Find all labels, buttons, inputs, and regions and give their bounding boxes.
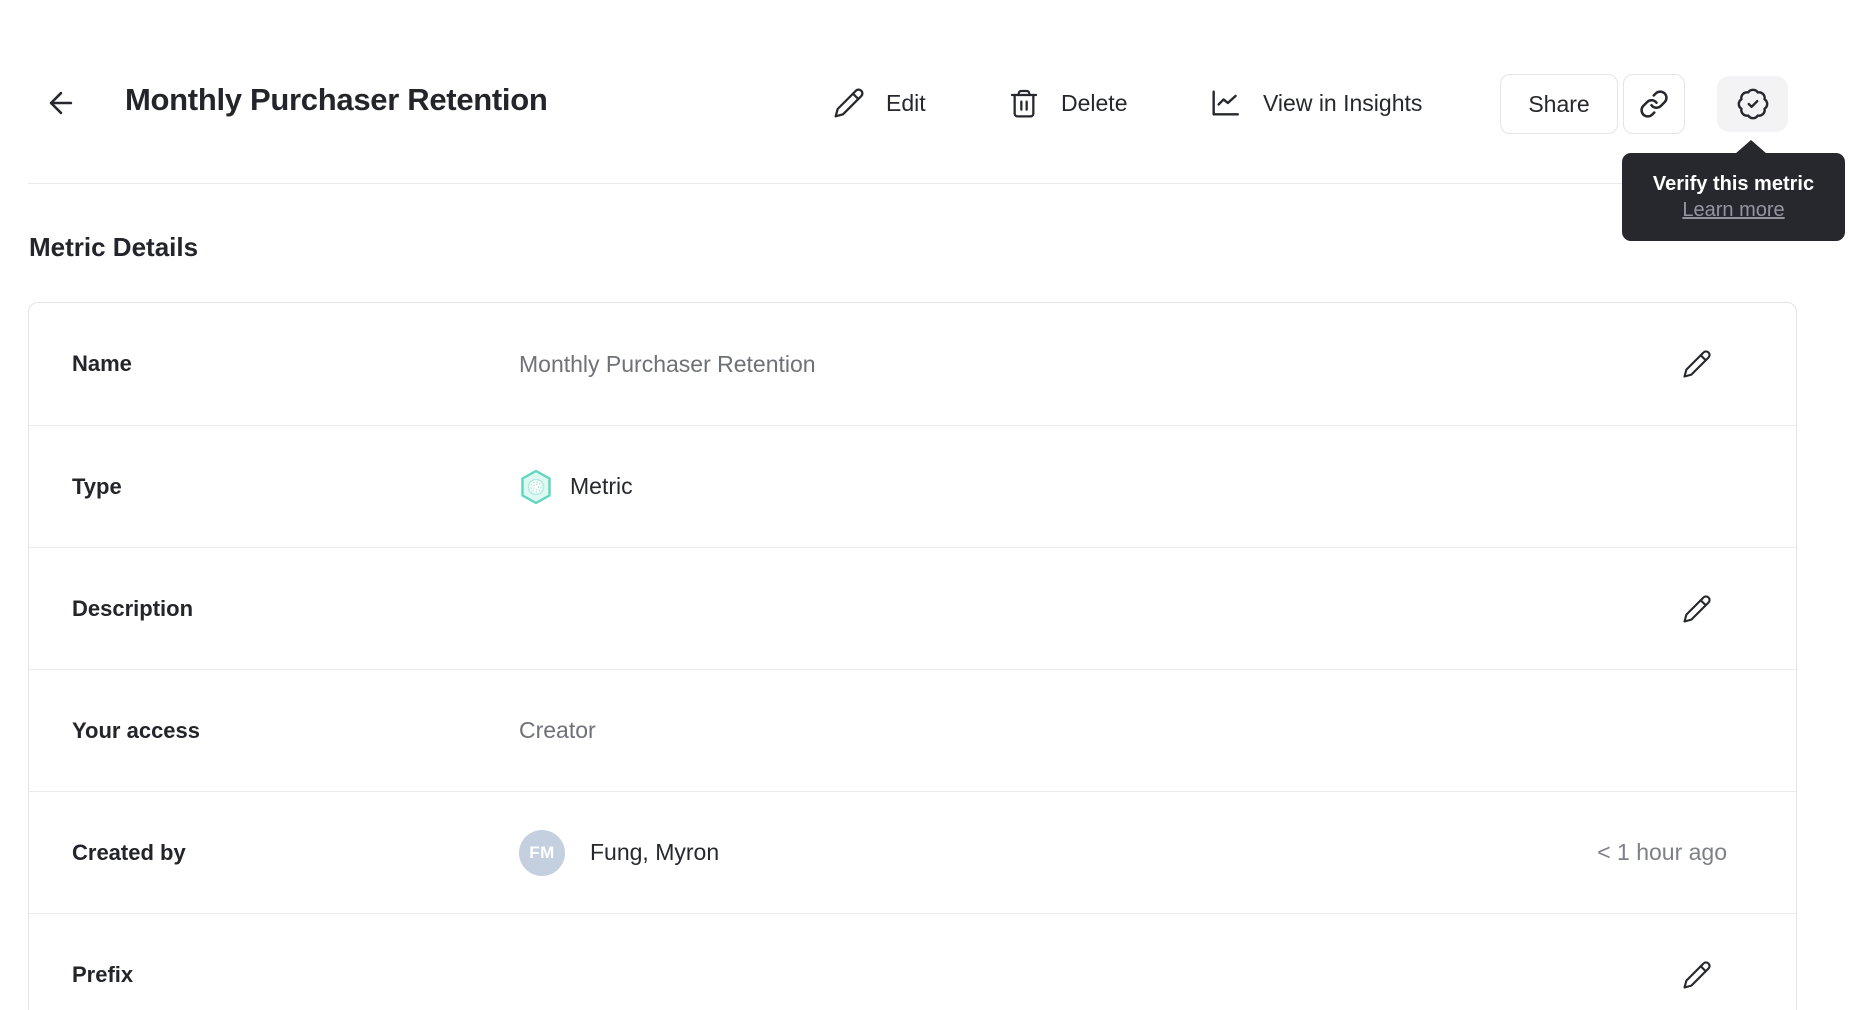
created-by-label: Created by xyxy=(72,839,186,865)
verify-metric-button[interactable] xyxy=(1717,76,1788,132)
edit-name-button[interactable] xyxy=(1682,349,1712,379)
type-label: Type xyxy=(72,473,122,499)
trash-icon xyxy=(1008,87,1040,119)
your-access-value: Creator xyxy=(519,717,596,743)
delete-label: Delete xyxy=(1061,89,1128,116)
section-heading: Metric Details xyxy=(29,232,199,262)
edit-button[interactable]: Edit xyxy=(833,80,926,126)
line-chart-icon xyxy=(1208,86,1242,120)
edit-prefix-button[interactable] xyxy=(1682,960,1712,990)
verify-tooltip-title: Verify this metric xyxy=(1652,172,1815,195)
metric-details-page: Monthly Purchaser Retention Edit Delete … xyxy=(0,0,1850,1010)
copy-link-button[interactable] xyxy=(1623,74,1685,134)
detail-row-created-by: Created by FM Fung, Myron < 1 hour ago xyxy=(29,791,1796,913)
name-label: Name xyxy=(72,351,132,376)
back-button[interactable] xyxy=(40,82,82,124)
link-icon xyxy=(1639,89,1669,119)
prefix-label: Prefix xyxy=(72,961,134,987)
avatar: FM xyxy=(519,829,565,876)
metric-hexagon-icon xyxy=(519,469,553,505)
pencil-icon xyxy=(1682,594,1712,624)
edit-description-button[interactable] xyxy=(1682,594,1712,624)
detail-row-type: Type Metric xyxy=(29,425,1796,547)
learn-more-link[interactable]: Learn more xyxy=(1682,199,1784,222)
your-access-label: Your access xyxy=(72,717,201,743)
pencil-icon xyxy=(833,87,865,119)
detail-row-name: Name Monthly Purchaser Retention xyxy=(29,303,1796,425)
pencil-icon xyxy=(1682,349,1712,379)
type-value: Metric xyxy=(570,473,633,499)
edit-label: Edit xyxy=(886,89,926,116)
description-label: Description xyxy=(72,595,194,621)
metric-details-card: Name Monthly Purchaser Retention Type Me… xyxy=(28,302,1797,1010)
created-timestamp: < 1 hour ago xyxy=(1597,839,1727,865)
verified-badge-icon xyxy=(1736,87,1770,121)
view-in-insights-button[interactable]: View in Insights xyxy=(1208,80,1422,126)
arrow-left-icon xyxy=(44,86,78,120)
created-by-value: Fung, Myron xyxy=(590,839,720,865)
delete-button[interactable]: Delete xyxy=(1008,80,1127,126)
detail-row-description: Description xyxy=(29,547,1796,669)
name-value: Monthly Purchaser Retention xyxy=(519,350,816,377)
header-divider xyxy=(28,183,1797,184)
verify-tooltip: Verify this metric Learn more xyxy=(1622,140,1845,241)
detail-row-prefix: Prefix xyxy=(29,913,1796,1010)
view-in-insights-label: View in Insights xyxy=(1263,89,1423,116)
pencil-icon xyxy=(1682,960,1712,990)
page-title: Monthly Purchaser Retention xyxy=(125,82,548,117)
share-button[interactable]: Share xyxy=(1500,74,1618,134)
detail-row-your-access: Your access Creator xyxy=(29,669,1796,791)
